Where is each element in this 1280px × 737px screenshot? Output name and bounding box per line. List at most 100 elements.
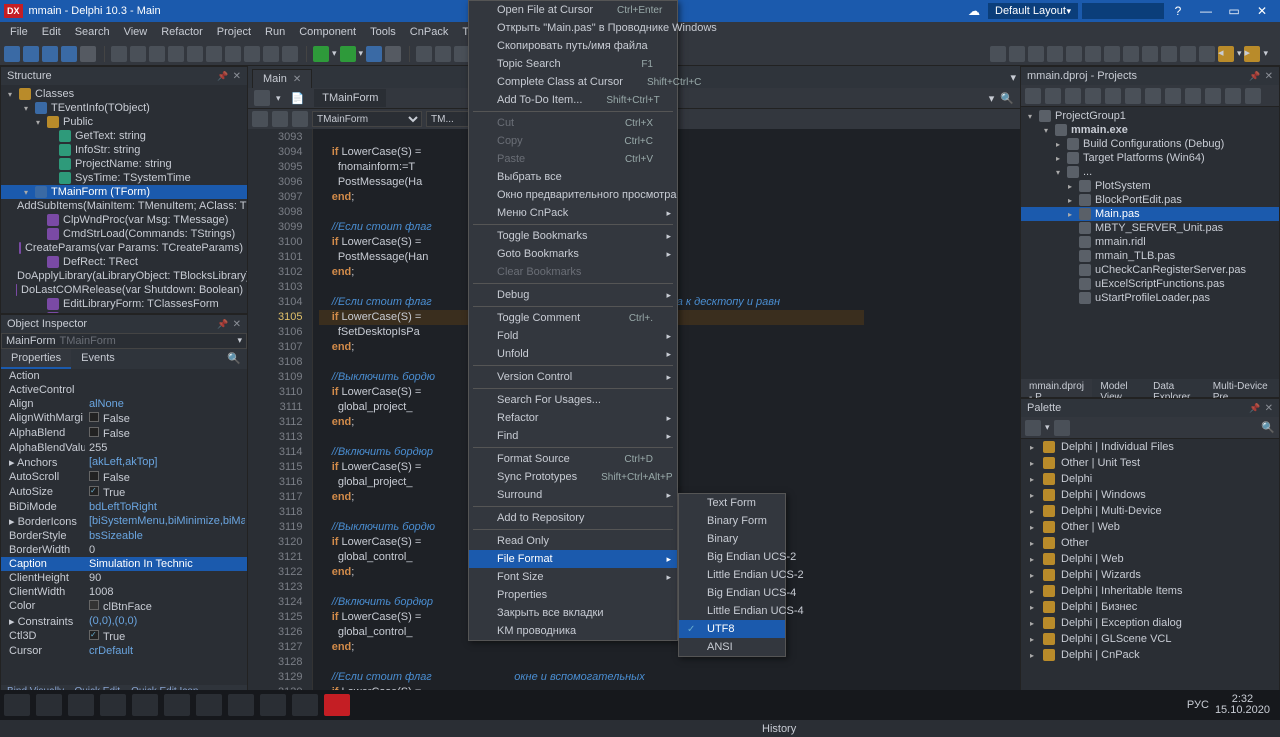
structure-item[interactable]: DefRect: TRect [1, 255, 247, 269]
cloud-icon[interactable]: ☁ [960, 4, 988, 18]
menu-item[interactable]: Search For Usages... [469, 391, 677, 409]
windows-taskbar[interactable]: РУС 2:3215.10.2020 [0, 690, 1280, 720]
menu-run[interactable]: Run [259, 24, 291, 40]
palette-group[interactable]: ▸Other | Web [1021, 519, 1279, 535]
palette-group[interactable]: ▸Delphi | Windows [1021, 487, 1279, 503]
menu-item[interactable]: Открыть "Main.pas" в Проводнике Windows [469, 19, 677, 37]
prop-action[interactable]: Action [1, 369, 247, 383]
structure-item[interactable]: AddSubItems(MainItem: TMenuItem; AClass:… [1, 199, 247, 213]
palette-group[interactable]: ▸Delphi | Individual Files [1021, 439, 1279, 455]
menu-item[interactable]: Complete Class at CursorShift+Ctrl+C [469, 73, 677, 91]
prop-activecontrol[interactable]: ActiveControl [1, 383, 247, 397]
tab-history[interactable]: History [754, 721, 1014, 737]
prop-align[interactable]: AlignalNone [1, 397, 247, 411]
menu-file[interactable]: File [4, 24, 34, 40]
menu-item[interactable]: Toggle CommentCtrl+. [469, 309, 677, 327]
open-icon[interactable] [23, 46, 39, 62]
maximize-button[interactable]: ▭ [1220, 4, 1248, 18]
menu-item[interactable]: Read Only [469, 532, 677, 550]
help-button[interactable]: ? [1164, 4, 1192, 18]
editor-context-menu[interactable]: Open File at CursorCtrl+EnterОткрыть "Ma… [468, 0, 678, 641]
prop-clientheight[interactable]: ClientHeight90 [1, 571, 247, 585]
run-icon[interactable] [313, 46, 329, 62]
menu-view[interactable]: View [118, 24, 154, 40]
palette-group[interactable]: ▸Delphi | Бизнес [1021, 599, 1279, 615]
menu-item[interactable]: ✓UTF8 [679, 620, 785, 638]
menu-item[interactable]: Окно предварительного просмотра [469, 186, 677, 204]
prop-borderstyle[interactable]: BorderStylebsSizeable [1, 529, 247, 543]
layout-combo[interactable]: Default Layout [988, 3, 1078, 19]
palette-group[interactable]: ▸Delphi | Web [1021, 551, 1279, 567]
pin-icon[interactable]: 📌 [213, 71, 232, 82]
project-item[interactable]: uStartProfileLoader.pas [1021, 291, 1279, 305]
close-button[interactable]: ✕ [1248, 4, 1276, 18]
close-icon[interactable]: ✕ [233, 319, 241, 330]
menu-search[interactable]: Search [69, 24, 116, 40]
menu-project[interactable]: Project [211, 24, 257, 40]
structure-item[interactable]: ClpWndProc(var Msg: TMessage) [1, 213, 247, 227]
palette-group[interactable]: ▸Delphi | Wizards [1021, 567, 1279, 583]
menu-item[interactable]: Debug▸ [469, 286, 677, 304]
prop-color[interactable]: ColorclBtnFace [1, 599, 247, 614]
menu-refactor[interactable]: Refactor [155, 24, 209, 40]
palette-group[interactable]: ▸Delphi | CnPack [1021, 647, 1279, 663]
close-icon[interactable]: ✕ [233, 71, 241, 82]
delphi-taskbar-icon[interactable] [324, 694, 350, 716]
menu-item[interactable]: Add to Repository [469, 509, 677, 527]
search-icon[interactable]: 🔍 [221, 349, 247, 369]
prop-cursor[interactable]: CursorcrDefault [1, 644, 247, 658]
structure-item[interactable]: CmdStrLoad(Commands: TStrings) [1, 227, 247, 241]
menu-item[interactable]: Text Form [679, 494, 785, 512]
prop-alphablendvalu[interactable]: AlphaBlendValu255 [1, 441, 247, 455]
menu-tools[interactable]: Tools [364, 24, 402, 40]
prop-bidimode[interactable]: BiDiModebdLeftToRight [1, 500, 247, 514]
structure-item[interactable]: DoApplyLibrary(aLibraryObject: TBlocksLi… [1, 269, 247, 283]
palette-group[interactable]: ▸Delphi [1021, 471, 1279, 487]
project-item[interactable]: MBTY_SERVER_Unit.pas [1021, 221, 1279, 235]
menu-item[interactable]: Скопировать путь/имя файла [469, 37, 677, 55]
start-button[interactable] [4, 694, 30, 716]
menu-item[interactable]: Binary Form [679, 512, 785, 530]
search-icon[interactable]: 🔍 [1261, 421, 1275, 434]
menu-item[interactable]: Properties [469, 586, 677, 604]
project-tree[interactable]: ▾ProjectGroup1▾mmain.exe▸Build Configura… [1021, 107, 1279, 379]
menu-item[interactable]: Little Endian UCS-4 [679, 602, 785, 620]
menu-item[interactable]: Refactor▸ [469, 409, 677, 427]
menu-item[interactable]: Toggle Bookmarks▸ [469, 227, 677, 245]
structure-item[interactable]: ▾TEventInfo(TObject) [1, 101, 247, 115]
tray-clock[interactable]: 2:3215.10.2020 [1215, 694, 1276, 716]
structure-item[interactable]: ExecuteTool(Sender: TObject) [1, 311, 247, 313]
menu-item[interactable]: Little Endian UCS-2 [679, 566, 785, 584]
prop-borderwidth[interactable]: BorderWidth0 [1, 543, 247, 557]
project-item[interactable]: ▸Main.pas [1021, 207, 1279, 221]
project-item[interactable]: ▸BlockPortEdit.pas [1021, 193, 1279, 207]
menu-item[interactable]: Binary [679, 530, 785, 548]
menu-item[interactable]: Unfold▸ [469, 345, 677, 363]
ide-search-input[interactable] [1082, 3, 1164, 19]
prop-ctl3d[interactable]: Ctl3DTrue [1, 629, 247, 644]
menu-item[interactable]: Surround▸ [469, 486, 677, 504]
project-item[interactable]: ▾... [1021, 165, 1279, 179]
inspector-tabs[interactable]: PropertiesEvents 🔍 [1, 349, 247, 369]
structure-item[interactable]: GetText: string [1, 129, 247, 143]
menu-item[interactable]: Big Endian UCS-4 [679, 584, 785, 602]
saveall-icon[interactable] [61, 46, 77, 62]
menu-item[interactable]: Goto Bookmarks▸ [469, 245, 677, 263]
pin-icon[interactable]: 📌 [213, 319, 232, 330]
structure-item[interactable]: ▾TMainForm (TForm) [1, 185, 247, 199]
structure-tree[interactable]: ▾Classes▾TEventInfo(TObject)▾PublicGetTe… [1, 85, 247, 313]
menu-item[interactable]: KM проводника [469, 622, 677, 640]
project-item[interactable]: ▸Build Configurations (Debug) [1021, 137, 1279, 151]
palette-group[interactable]: ▸Delphi | Multi-Device [1021, 503, 1279, 519]
property-grid[interactable]: ActionActiveControlAlignalNoneAlignWithM… [1, 369, 247, 685]
new-icon[interactable] [4, 46, 20, 62]
menu-item[interactable]: Topic SearchF1 [469, 55, 677, 73]
menu-item[interactable]: Sync PrototypesShift+Ctrl+Alt+P [469, 468, 677, 486]
menu-item[interactable]: Меню CnPack▸ [469, 204, 677, 222]
menu-item[interactable]: Fold▸ [469, 327, 677, 345]
prop-autoscroll[interactable]: AutoScrollFalse [1, 470, 247, 485]
menu-item[interactable]: ANSI [679, 638, 785, 656]
prop-clientwidth[interactable]: ClientWidth1008 [1, 585, 247, 599]
structure-item[interactable]: InfoStr: string [1, 143, 247, 157]
menu-item[interactable]: Open File at CursorCtrl+Enter [469, 1, 677, 19]
